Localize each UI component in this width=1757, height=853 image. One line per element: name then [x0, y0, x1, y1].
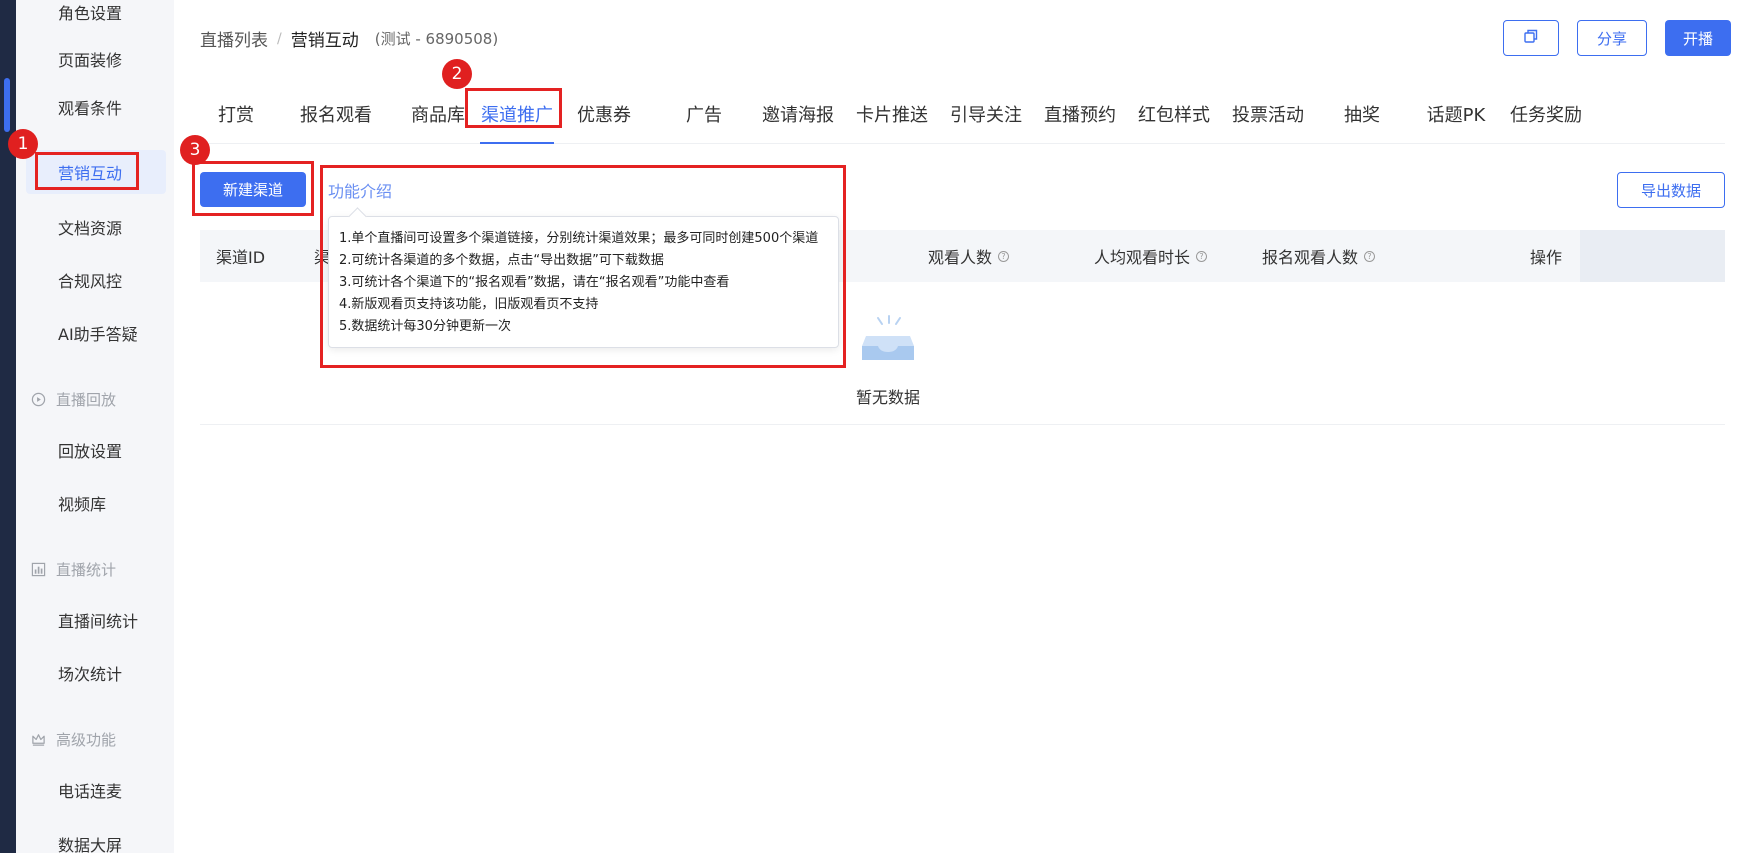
- tab-ads[interactable]: 广告: [666, 86, 742, 142]
- help-icon[interactable]: ?: [1196, 250, 1208, 262]
- sidebar-item-data-screen[interactable]: 数据大屏: [26, 822, 166, 853]
- annotation-marker-3: 3: [180, 135, 210, 165]
- breadcrumb-separator: /: [277, 30, 282, 47]
- tab-live-booking[interactable]: 直播预约: [1042, 86, 1118, 142]
- room-label: (测试 - 6890508): [374, 30, 499, 48]
- tab-invite-poster[interactable]: 邀请海报: [760, 86, 836, 142]
- sidebar-item-watch-conditions[interactable]: 观看条件: [26, 85, 166, 129]
- copy-icon: [1523, 28, 1539, 48]
- sidebar-item-video-library[interactable]: 视频库: [26, 481, 166, 525]
- tab-product-library[interactable]: 商品库: [394, 86, 482, 142]
- help-icon[interactable]: ?: [998, 250, 1010, 262]
- sidebar-item-label: 视频库: [58, 495, 107, 514]
- chart-icon: [30, 561, 46, 577]
- table-header-fixed-area: [1580, 230, 1725, 282]
- sidebar-item-label: 场次统计: [58, 665, 123, 684]
- sidebar-item-label: 数据大屏: [58, 836, 123, 853]
- empty-state-text: 暂无数据: [856, 388, 921, 407]
- help-icon[interactable]: ?: [1364, 250, 1376, 262]
- sidebar-item-role-settings[interactable]: 角色设置: [26, 0, 166, 34]
- sidebar-item-compliance[interactable]: 合规风控: [26, 258, 166, 302]
- sidebar-item-marketing[interactable]: 营销互动: [26, 150, 166, 194]
- start-live-button[interactable]: 开播: [1665, 20, 1731, 56]
- sidebar-item-page-decoration[interactable]: 页面装修: [26, 37, 166, 81]
- sidebar-item-documents[interactable]: 文档资源: [26, 205, 166, 249]
- tooltip-line: 4.新版观看页支持该功能，旧版观看页不支持: [339, 297, 599, 312]
- sidebar-item-phone-connect[interactable]: 电话连麦: [26, 768, 166, 812]
- sidebar-item-label: 角色设置: [58, 4, 123, 23]
- tab-topic-pk[interactable]: 话题PK: [1418, 86, 1494, 142]
- empty-box-icon: [858, 314, 918, 364]
- annotation-marker-2: 2: [442, 59, 472, 89]
- tab-registration[interactable]: 报名观看: [286, 86, 386, 142]
- sidebar-group-label: 直播回放: [56, 390, 117, 409]
- sidebar-group-label: 直播统计: [56, 560, 117, 579]
- sidebar-item-label: 观看条件: [58, 99, 123, 118]
- left-rail: [0, 0, 16, 853]
- crown-icon: [30, 731, 46, 747]
- sidebar-item-label: 合规风控: [58, 272, 123, 291]
- tab-card-push[interactable]: 卡片推送: [854, 86, 930, 142]
- column-avg-watch-time: 人均观看时长?: [1094, 230, 1208, 282]
- sidebar-item-replay-settings[interactable]: 回放设置: [26, 428, 166, 472]
- sidebar: 角色设置 页面装修 观看条件 营销互动 文档资源 合规风控 AI助手答疑 直播回…: [16, 0, 174, 853]
- feature-intro-link[interactable]: 功能介绍: [328, 178, 392, 202]
- tooltip-line: 5.数据统计每30分钟更新一次: [339, 319, 511, 334]
- sidebar-item-label: 文档资源: [58, 219, 123, 238]
- tooltip-line: 1.单个直播间可设置多个渠道链接，分别统计渠道效果；最多可同时创建500个渠道: [339, 231, 819, 246]
- feature-tabs: 打赏 报名观看 商品库 渠道推广 优惠券 广告 邀请海报 卡片推送 引导关注 直…: [200, 86, 1725, 144]
- annotation-marker-1: 1: [8, 129, 38, 159]
- share-button[interactable]: 分享: [1577, 20, 1647, 56]
- app-root: 角色设置 页面装修 观看条件 营销互动 文档资源 合规风控 AI助手答疑 直播回…: [0, 0, 1757, 853]
- sidebar-item-label: AI助手答疑: [58, 325, 138, 344]
- sidebar-group-stats: 直播统计: [30, 554, 116, 584]
- tab-task-reward[interactable]: 任务奖励: [1508, 86, 1584, 142]
- tab-channel-promotion[interactable]: 渠道推广: [480, 86, 554, 144]
- sidebar-group-advanced: 高级功能: [30, 724, 116, 754]
- replay-icon: [30, 391, 46, 407]
- export-data-button[interactable]: 导出数据: [1617, 172, 1725, 208]
- sidebar-group-label: 高级功能: [56, 730, 117, 749]
- feature-intro-tooltip: 1.单个直播间可设置多个渠道链接，分别统计渠道效果；最多可同时创建500个渠道 …: [328, 216, 839, 348]
- column-label: 报名观看人数: [1262, 248, 1359, 267]
- sidebar-item-label: 页面装修: [58, 51, 123, 70]
- tab-lottery[interactable]: 抽奖: [1324, 86, 1400, 142]
- tab-redpacket-style[interactable]: 红包样式: [1136, 86, 1212, 142]
- breadcrumb-current: 营销互动: [290, 31, 359, 51]
- breadcrumb: 直播列表 / 营销互动 (测试 - 6890508): [200, 26, 498, 51]
- sidebar-group-replay: 直播回放: [30, 384, 116, 414]
- sidebar-item-label: 回放设置: [58, 442, 123, 461]
- rail-indicator: [4, 78, 10, 132]
- tab-follow-guide[interactable]: 引导关注: [948, 86, 1024, 142]
- column-label: 人均观看时长: [1094, 248, 1191, 267]
- new-channel-button[interactable]: 新建渠道: [200, 172, 306, 207]
- sidebar-item-label: 直播间统计: [58, 612, 139, 631]
- sidebar-item-label: 电话连麦: [58, 782, 123, 801]
- tab-coupon[interactable]: 优惠券: [566, 86, 642, 142]
- column-label: 观看人数: [928, 248, 993, 267]
- table-bottom-border: [200, 424, 1725, 425]
- tooltip-line: 2.可统计各渠道的多个数据，点击“导出数据”可下载数据: [339, 253, 664, 268]
- column-channel-id: 渠道ID: [216, 248, 266, 267]
- tab-reward[interactable]: 打赏: [200, 86, 272, 142]
- column-actions: 操作: [1530, 248, 1563, 267]
- sidebar-item-ai-assistant[interactable]: AI助手答疑: [26, 311, 166, 355]
- tab-vote[interactable]: 投票活动: [1230, 86, 1306, 142]
- copy-button[interactable]: [1503, 20, 1559, 56]
- sidebar-item-room-stats[interactable]: 直播间统计: [26, 598, 166, 642]
- tooltip-line: 3.可统计各个渠道下的“报名观看”数据，请在“报名观看”功能中查看: [339, 275, 730, 290]
- column-registered-viewers: 报名观看人数?: [1262, 230, 1376, 282]
- breadcrumb-parent[interactable]: 直播列表: [200, 26, 268, 51]
- column-viewers: 观看人数?: [928, 230, 1010, 282]
- sidebar-item-label: 营销互动: [58, 164, 123, 183]
- sidebar-item-session-stats[interactable]: 场次统计: [26, 651, 166, 695]
